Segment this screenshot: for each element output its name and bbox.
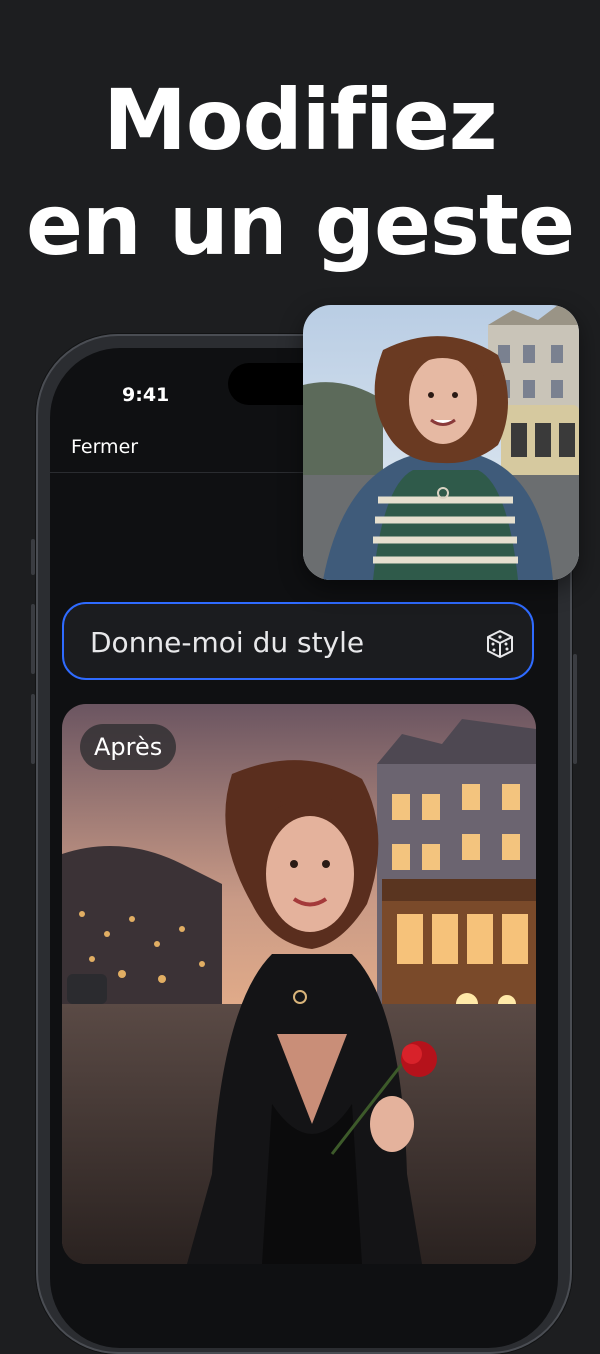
- phone-volume-up: [31, 604, 35, 674]
- headline-line-2: en un geste: [25, 176, 575, 274]
- prompt-input[interactable]: Donne-moi du style: [62, 602, 534, 680]
- after-badge: Après: [80, 724, 177, 770]
- headline: Modifiez en un geste: [0, 68, 600, 278]
- status-time: 9:41: [122, 384, 170, 406]
- before-image-thumbnail: [303, 305, 579, 580]
- after-image-card: Après: [62, 704, 536, 1264]
- phone-volume-down: [31, 694, 35, 764]
- phone-side-button: [573, 654, 577, 764]
- prompt-text: Donne-moi du style: [90, 626, 365, 659]
- dice-icon[interactable]: [484, 628, 516, 660]
- before-photo: [303, 305, 579, 580]
- close-button[interactable]: Fermer: [71, 436, 138, 458]
- phone-action-button: [31, 539, 35, 575]
- headline-line-1: Modifiez: [103, 71, 497, 169]
- after-photo: [62, 704, 536, 1264]
